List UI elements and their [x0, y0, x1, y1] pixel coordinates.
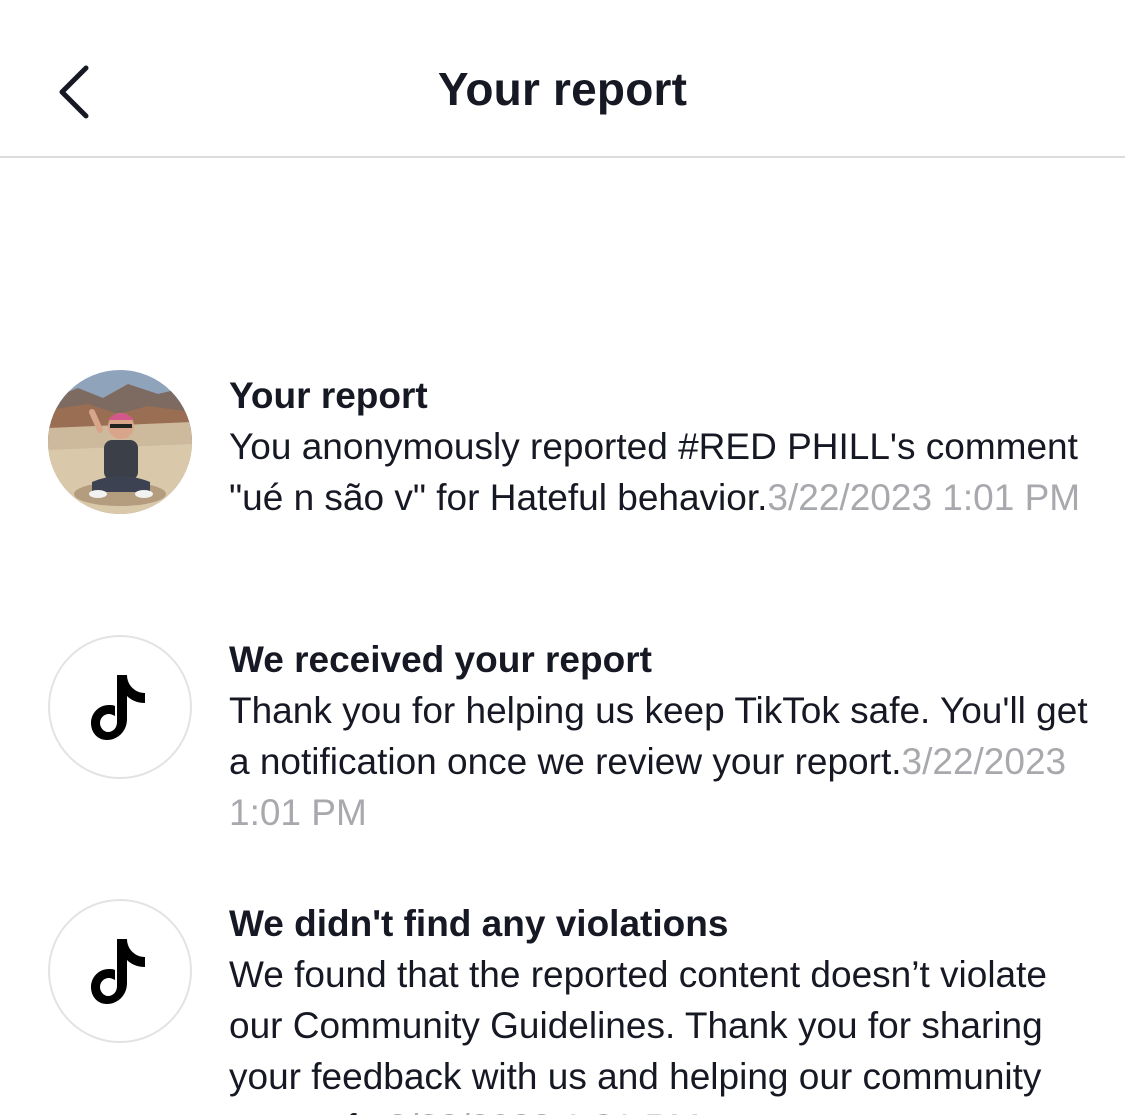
avatar[interactable] — [48, 635, 192, 779]
tiktok-logo-icon — [91, 939, 145, 1004]
notification-text: Your report You anonymously reported #RE… — [229, 370, 1089, 523]
notification-time: 3/22/2023 1:01 PM — [767, 477, 1081, 518]
notification-text: We received your report Thank you for he… — [229, 634, 1089, 838]
notification-title: We didn't find any violations — [229, 903, 729, 944]
tiktok-logo-icon — [91, 675, 145, 740]
page-title: Your report — [437, 63, 688, 115]
notification-text: We didn't find any violations We found t… — [229, 898, 1089, 1115]
header-bar: Your report — [0, 0, 1125, 158]
report-screen: Your report Your report You anonymously … — [0, 0, 1125, 1115]
notification-title: We received your report — [229, 639, 652, 680]
notification-time: 3/22/2023 1:31 PM — [387, 1107, 700, 1115]
avatar[interactable] — [48, 899, 192, 1043]
notification-body: We found that the reported content doesn… — [229, 954, 1047, 1115]
notification-title: Your report — [229, 375, 428, 416]
user-photo — [48, 370, 192, 514]
avatar[interactable] — [48, 370, 192, 514]
